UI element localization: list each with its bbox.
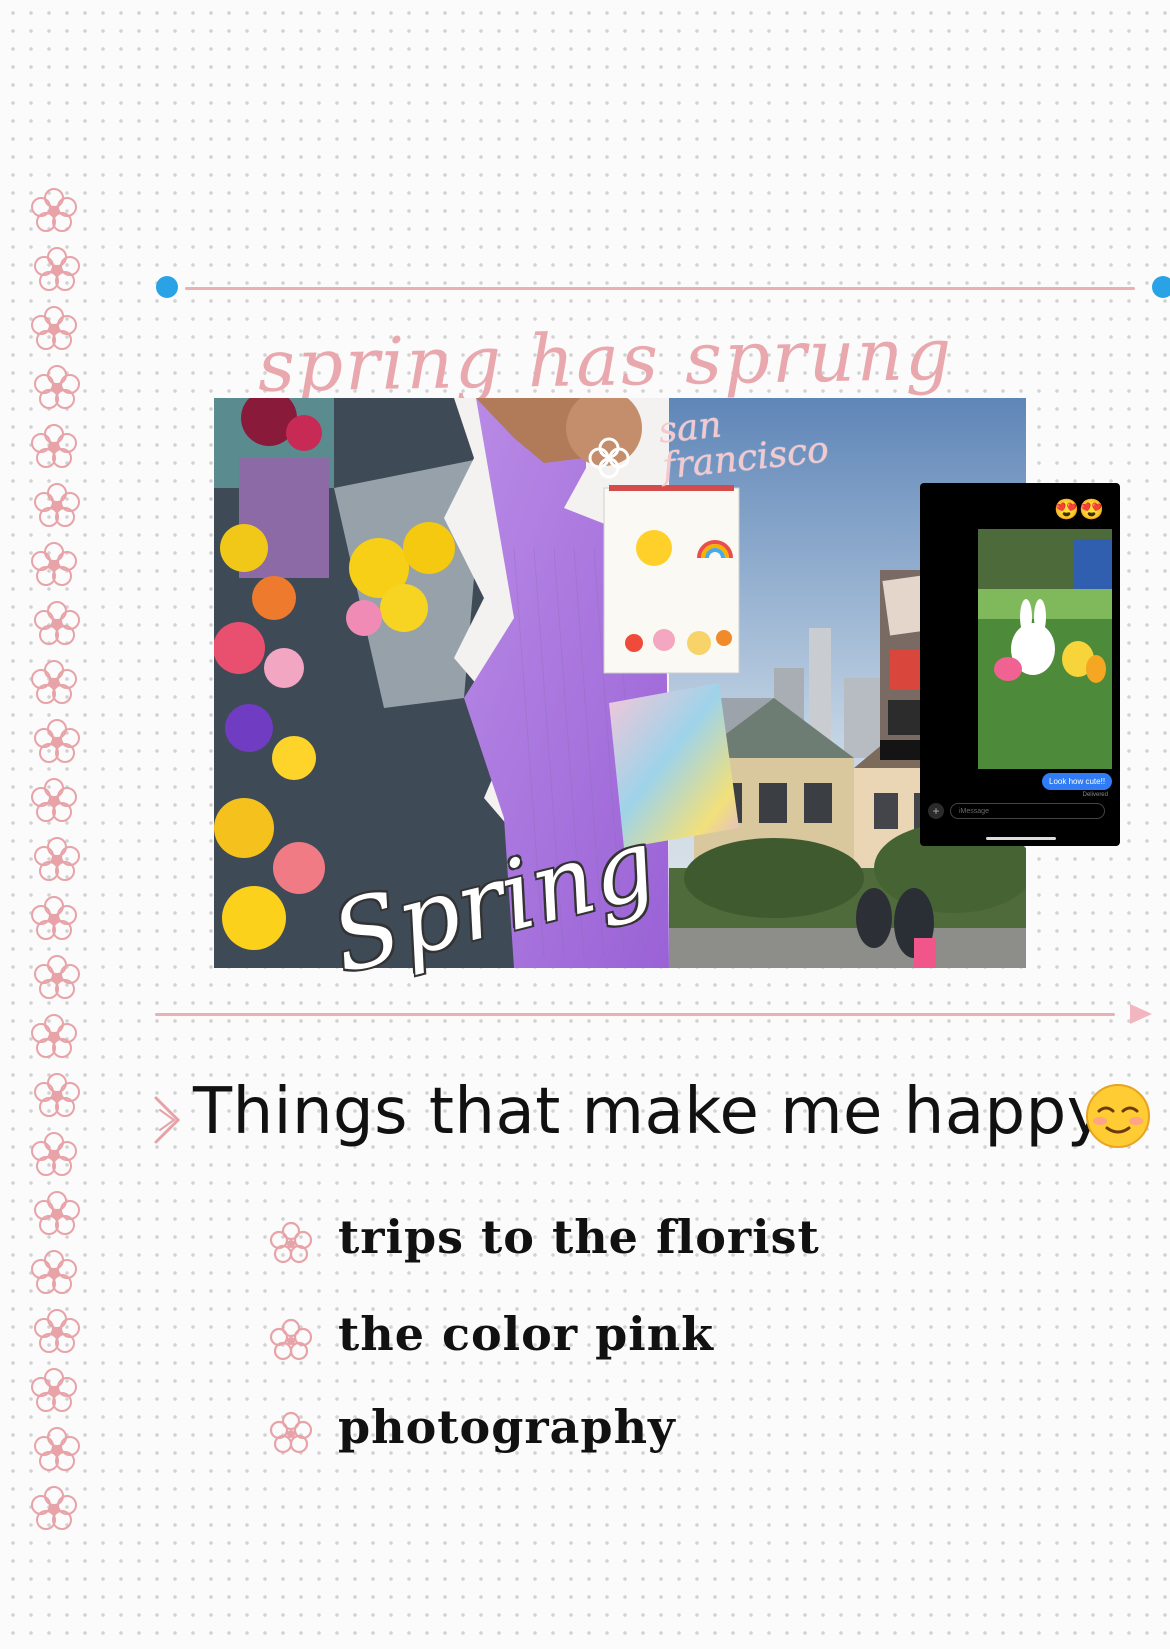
top-divider (185, 287, 1135, 290)
collage-city-label: san francisco (656, 404, 831, 488)
list-item-label: trips to the florist (338, 1210, 820, 1264)
middle-divider (155, 1013, 1115, 1016)
flower-doodle-icon (34, 483, 80, 527)
flower-doodle-icon (31, 1132, 77, 1176)
section-heading: Things that make me happy (193, 1075, 1106, 1149)
flower-doodle-icon (31, 542, 77, 586)
delivered-status: Delivered (1082, 792, 1108, 798)
smiling-face-icon (1086, 1084, 1150, 1148)
list-item: the color pink (268, 1307, 828, 1377)
arrow-right-icon (1130, 1004, 1152, 1024)
flower-doodle-icon (31, 188, 77, 232)
chevron-doodle-icon (154, 1096, 181, 1144)
imessage-input[interactable]: iMessage (950, 803, 1105, 819)
flower-doodle-icon (31, 778, 77, 822)
flower-doodle-icon (31, 306, 77, 350)
message-bubble: Look how cute!! (1042, 773, 1113, 790)
flower-doodle-icon (31, 424, 77, 468)
flower-doodle-icon (31, 660, 77, 704)
flower-doodle-icon (269, 1411, 313, 1454)
reaction-emoji: 😍😍 (1054, 499, 1104, 521)
flower-doodle-icon (31, 1368, 77, 1412)
flower-doodle-icon (31, 1014, 77, 1058)
message-screenshot[interactable]: 😍😍 Look how cute!! Delivered + iMessage (920, 483, 1120, 846)
message-photo (978, 529, 1112, 769)
plus-icon[interactable]: + (928, 803, 944, 819)
flower-doodle-icon (34, 955, 80, 999)
flower-doodle-icon (34, 247, 80, 291)
flower-doodle-icon (31, 896, 77, 940)
flower-doodle-icon (34, 1073, 80, 1117)
flower-doodle-icon (34, 837, 80, 881)
selection-handle-right[interactable] (1152, 276, 1170, 298)
list-item: photography (268, 1400, 828, 1470)
flower-doodle-icon (34, 365, 80, 409)
flower-doodle-icon (31, 1250, 77, 1294)
flower-doodle-icon (269, 1221, 313, 1264)
selection-handle-left[interactable] (156, 276, 178, 298)
flower-doodle-icon (34, 1309, 80, 1353)
list-item: trips to the florist (268, 1210, 828, 1280)
list-item-label: the color pink (338, 1307, 715, 1361)
home-indicator (986, 837, 1056, 840)
flower-doodle-icon (31, 1486, 77, 1530)
flower-doodle-icon (269, 1318, 313, 1361)
flower-doodle-icon (34, 1191, 80, 1235)
flower-doodle-icon (34, 601, 80, 645)
flower-doodle-icon (34, 1427, 80, 1471)
list-item-label: photography (338, 1400, 676, 1454)
flower-doodle-icon (34, 719, 80, 763)
